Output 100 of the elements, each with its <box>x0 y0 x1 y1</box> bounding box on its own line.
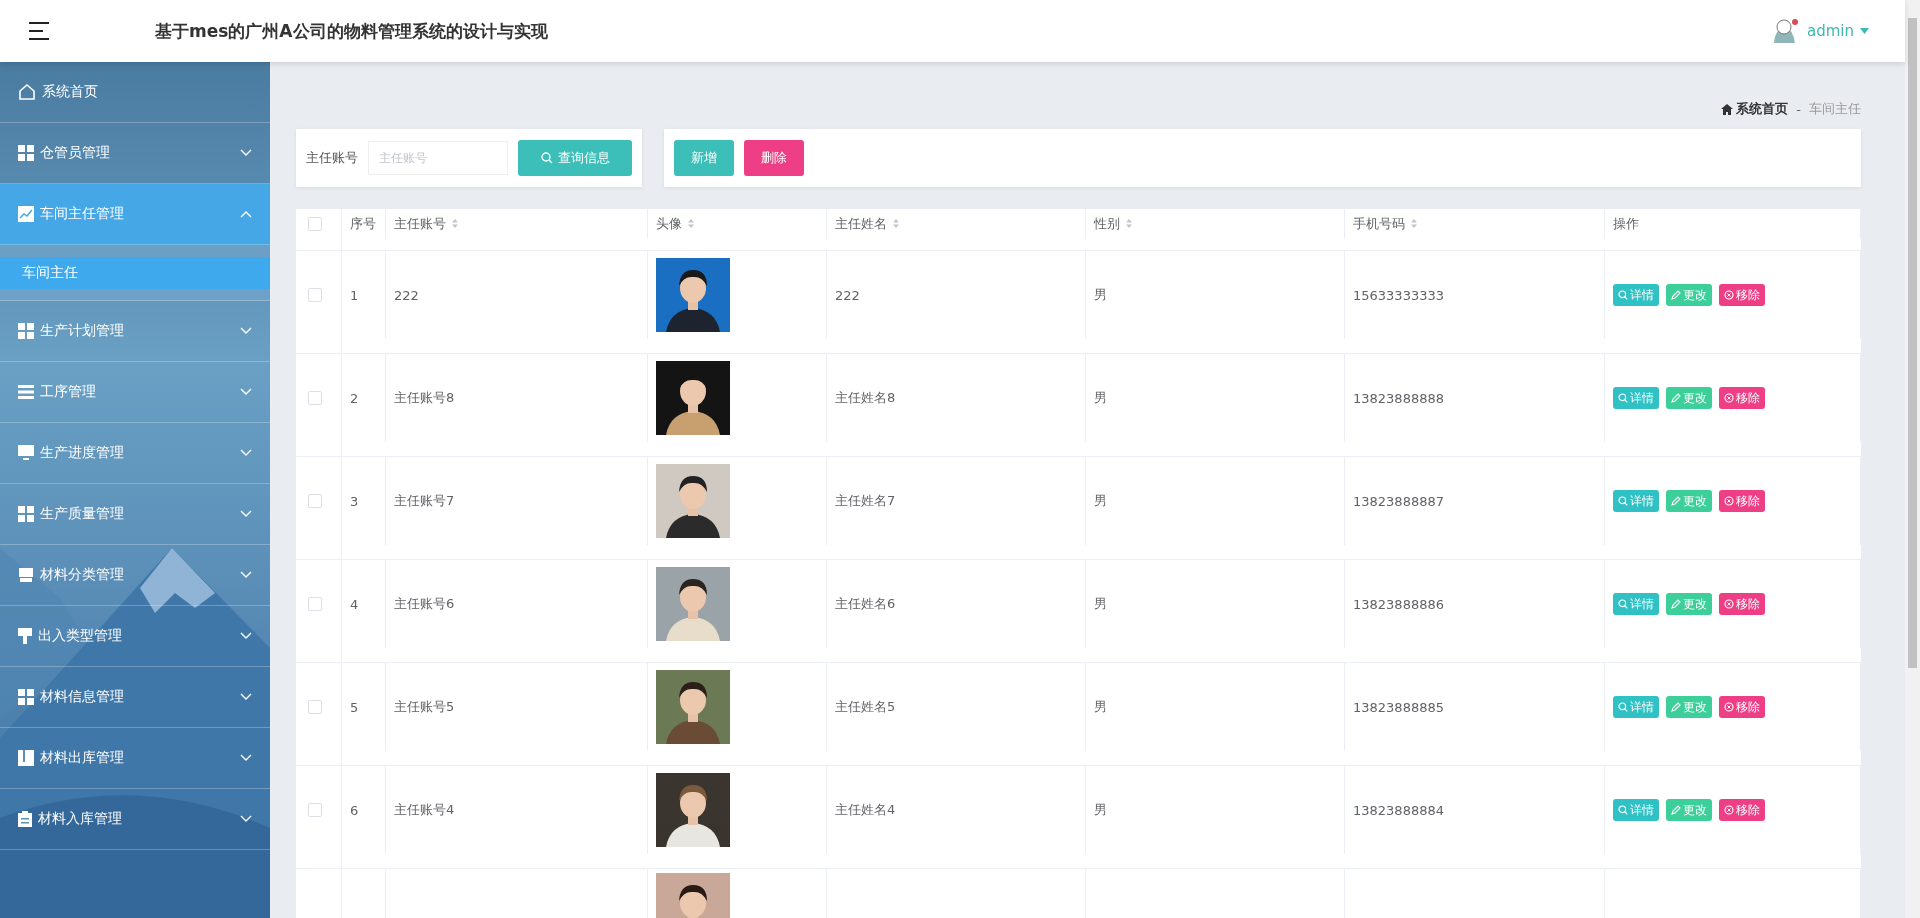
table-cell: 15633333333 <box>1353 287 1444 303</box>
sidebar-subitem[interactable]: 车间主任 <box>0 256 270 289</box>
table-cell: 222 <box>835 287 860 303</box>
chevron-down-icon <box>240 571 252 579</box>
breadcrumb-current: 车间主任 <box>1809 100 1861 118</box>
detail-button[interactable]: 详情 <box>1613 490 1659 512</box>
row-checkbox[interactable] <box>308 391 322 405</box>
search-icon <box>540 152 553 164</box>
sort-icon[interactable] <box>1410 218 1418 230</box>
breadcrumb-home-link[interactable]: 系统首页 <box>1721 100 1789 118</box>
table-cell: 主任账号5 <box>394 698 455 716</box>
pencil-icon <box>1671 599 1681 609</box>
table-cell: 男 <box>1094 389 1107 407</box>
remove-circle-icon <box>1724 290 1734 300</box>
table-cell: 主任姓名4 <box>835 801 896 819</box>
grid-icon <box>18 506 34 522</box>
remove-button[interactable]: 移除 <box>1719 593 1765 615</box>
pencil-icon <box>1671 290 1681 300</box>
remove-button[interactable]: 移除 <box>1719 284 1765 306</box>
row-checkbox[interactable] <box>308 700 322 714</box>
search-icon <box>1618 496 1628 506</box>
remove-button[interactable]: 移除 <box>1719 696 1765 718</box>
table-cell: 主任姓名8 <box>835 389 896 407</box>
avatar-icon <box>1771 17 1801 45</box>
detail-button[interactable]: 详情 <box>1613 799 1659 821</box>
home-icon <box>18 83 36 101</box>
detail-button[interactable]: 详情 <box>1613 284 1659 306</box>
sort-icon[interactable] <box>892 218 900 230</box>
table-cell: 男 <box>1094 286 1107 304</box>
column-header[interactable]: 主任姓名 <box>835 214 900 233</box>
chevron-down-icon <box>240 449 252 457</box>
remove-circle-icon <box>1724 599 1734 609</box>
table-cell: 222 <box>394 287 419 303</box>
edit-button[interactable]: 更改 <box>1666 387 1712 409</box>
pencil-icon <box>1671 702 1681 712</box>
chevron-down-icon <box>240 388 252 396</box>
table-cell: 3 <box>350 493 359 509</box>
edit-button[interactable]: 更改 <box>1666 593 1712 615</box>
detail-button[interactable]: 详情 <box>1613 696 1659 718</box>
table-cell: 男 <box>1094 698 1107 716</box>
breadcrumb-separator: - <box>1796 101 1801 117</box>
remove-button[interactable]: 移除 <box>1719 490 1765 512</box>
row-checkbox[interactable] <box>308 803 322 817</box>
table-cell: 2 <box>350 390 359 406</box>
chevron-down-icon <box>240 754 252 762</box>
table-cell: 主任账号4 <box>394 801 455 819</box>
row-checkbox[interactable] <box>308 597 322 611</box>
add-button[interactable]: 新增 <box>674 140 734 176</box>
sort-icon[interactable] <box>687 218 695 230</box>
chevron-down-icon <box>240 510 252 518</box>
home-icon <box>1721 103 1734 115</box>
table-cell: 男 <box>1094 595 1107 613</box>
remove-circle-icon <box>1724 496 1734 506</box>
column-header[interactable]: 性别 <box>1094 214 1133 233</box>
app-title: 基于mes的广州A公司的物料管理系统的设计与实现 <box>155 19 548 43</box>
grid-icon <box>18 145 34 161</box>
chevron-down-icon <box>240 815 252 823</box>
table-cell: 6 <box>350 802 359 818</box>
detail-button[interactable]: 详情 <box>1613 387 1659 409</box>
caret-icon <box>1860 28 1869 34</box>
delete-button[interactable]: 删除 <box>744 140 804 176</box>
remove-button[interactable]: 移除 <box>1719 799 1765 821</box>
menu-icon <box>29 22 51 40</box>
column-header[interactable]: 头像 <box>656 214 695 233</box>
row-checkbox[interactable] <box>308 288 322 302</box>
sidebar-item[interactable]: 车间主任管理 <box>0 184 270 245</box>
scrollbar[interactable] <box>1905 0 1920 918</box>
table-cell: 主任姓名5 <box>835 698 896 716</box>
column-header[interactable]: 主任账号 <box>394 214 459 233</box>
sort-icon[interactable] <box>1125 218 1133 230</box>
search-icon <box>1618 702 1628 712</box>
chevron-down-icon <box>240 632 252 640</box>
search-label: 主任账号 <box>306 149 358 167</box>
column-header[interactable]: 手机号码 <box>1353 214 1418 233</box>
user-menu[interactable]: admin <box>1765 16 1875 46</box>
pencil-icon <box>1671 805 1681 815</box>
table-cell: 男 <box>1094 492 1107 510</box>
detail-button[interactable]: 详情 <box>1613 593 1659 615</box>
table-cell: 主任姓名7 <box>835 492 896 510</box>
pencil-icon <box>1671 496 1681 506</box>
chevron-up-icon <box>240 210 252 218</box>
edit-button[interactable]: 更改 <box>1666 696 1712 718</box>
search-button[interactable]: 查询信息 <box>518 140 632 176</box>
search-icon <box>1618 599 1628 609</box>
edit-button[interactable]: 更改 <box>1666 490 1712 512</box>
remove-circle-icon <box>1724 702 1734 712</box>
remove-button[interactable]: 移除 <box>1719 387 1765 409</box>
row-checkbox[interactable] <box>308 494 322 508</box>
table-cell: 男 <box>1094 801 1107 819</box>
sort-icon[interactable] <box>451 218 459 230</box>
edit-button[interactable]: 更改 <box>1666 799 1712 821</box>
search-icon <box>1618 805 1628 815</box>
chart-icon <box>18 206 34 222</box>
select-all-checkbox[interactable] <box>308 216 322 231</box>
edit-button[interactable]: 更改 <box>1666 284 1712 306</box>
book-icon <box>18 750 34 766</box>
chevron-down-icon <box>240 327 252 335</box>
table-cell: 13823888885 <box>1353 699 1444 715</box>
table-cell: 4 <box>350 596 359 612</box>
table-cell: 5 <box>350 699 359 715</box>
